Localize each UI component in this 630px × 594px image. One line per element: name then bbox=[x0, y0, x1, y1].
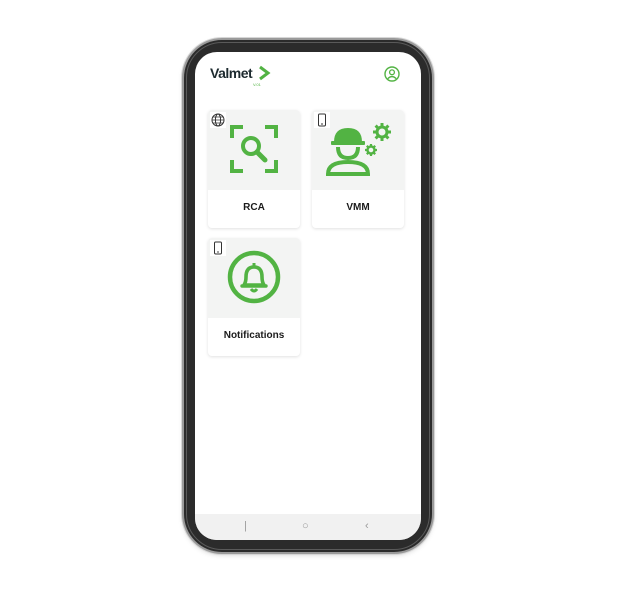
tile-label: Notifications bbox=[223, 330, 285, 341]
tile-label: VMM bbox=[346, 202, 370, 213]
mobile-phone-icon bbox=[210, 240, 226, 256]
mobile-phone-icon bbox=[314, 112, 330, 128]
tile-vmm[interactable]: VMM bbox=[312, 110, 404, 228]
worker-gears-icon bbox=[325, 123, 391, 176]
brand-subtitle: V.01 bbox=[253, 82, 261, 87]
tile-label: RCA bbox=[243, 202, 265, 213]
bell-icon bbox=[227, 250, 281, 304]
tile-rca[interactable]: RCA bbox=[208, 110, 300, 228]
back-button[interactable]: ‹ bbox=[365, 520, 369, 532]
tile-notifications[interactable]: Notifications bbox=[208, 238, 300, 356]
app-screen: Valmet V.01 RCA VMM Notifications | ○ ‹ bbox=[195, 52, 421, 540]
magnifier-focus-icon bbox=[230, 125, 278, 173]
app-header: Valmet V.01 bbox=[195, 52, 421, 98]
valmet-chevron-icon bbox=[259, 65, 271, 81]
home-button[interactable]: ○ bbox=[302, 520, 309, 532]
system-nav-bar: | ○ ‹ bbox=[195, 514, 421, 540]
user-circle-icon[interactable] bbox=[384, 66, 400, 82]
brand-logo: Valmet bbox=[210, 65, 253, 81]
globe-icon bbox=[210, 112, 226, 128]
recent-apps-button[interactable]: | bbox=[244, 520, 247, 532]
